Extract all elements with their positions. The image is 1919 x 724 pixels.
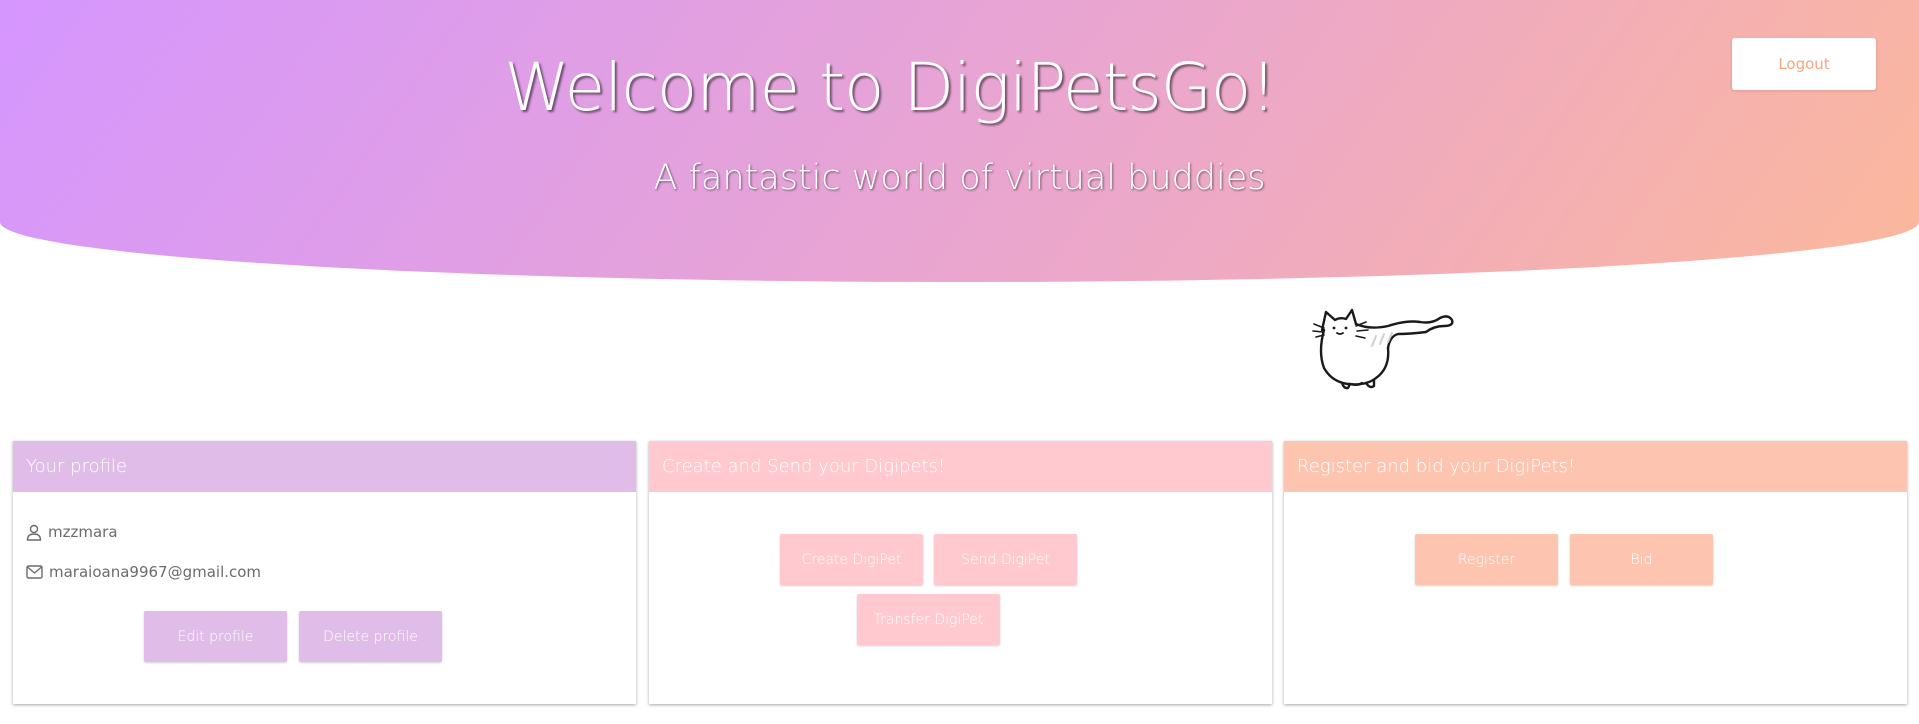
create-send-card: Create and Send your Digipets! Create Di… — [649, 441, 1272, 704]
profile-email-row: maraioana9967@gmail.com — [26, 563, 261, 581]
send-digipet-button[interactable]: Send DigiPet — [934, 534, 1077, 585]
transfer-digipet-button[interactable]: Transfer DigiPet — [857, 594, 1000, 645]
bid-button[interactable]: Bid — [1570, 534, 1713, 585]
register-button[interactable]: Register — [1415, 534, 1558, 585]
profile-card-title: Your profile — [13, 441, 636, 492]
profile-card: Your profile mzzmara maraioana9967@gmail… — [13, 441, 636, 704]
envelope-icon — [26, 565, 43, 579]
hero-banner: Welcome to DigiPetsGo! A fantastic world… — [0, 0, 1919, 282]
user-icon — [26, 524, 42, 541]
register-bid-card-title: Register and bid your DigiPets! — [1284, 441, 1907, 492]
edit-profile-button[interactable]: Edit profile — [144, 611, 287, 662]
register-bid-card: Register and bid your DigiPets! Register… — [1284, 441, 1907, 704]
page-title: Welcome to DigiPetsGo! — [504, 49, 1277, 126]
delete-profile-button[interactable]: Delete profile — [299, 611, 442, 662]
logout-button[interactable]: Logout — [1732, 38, 1876, 90]
create-digipet-button[interactable]: Create DigiPet — [780, 534, 923, 585]
profile-username: mzzmara — [48, 523, 118, 541]
page-subtitle: A fantastic world of virtual buddies — [653, 158, 1266, 198]
profile-email: maraioana9967@gmail.com — [49, 563, 262, 581]
cat-drawing-icon — [1312, 308, 1454, 390]
profile-username-row: mzzmara — [26, 523, 118, 541]
create-send-card-title: Create and Send your Digipets! — [649, 441, 1272, 492]
